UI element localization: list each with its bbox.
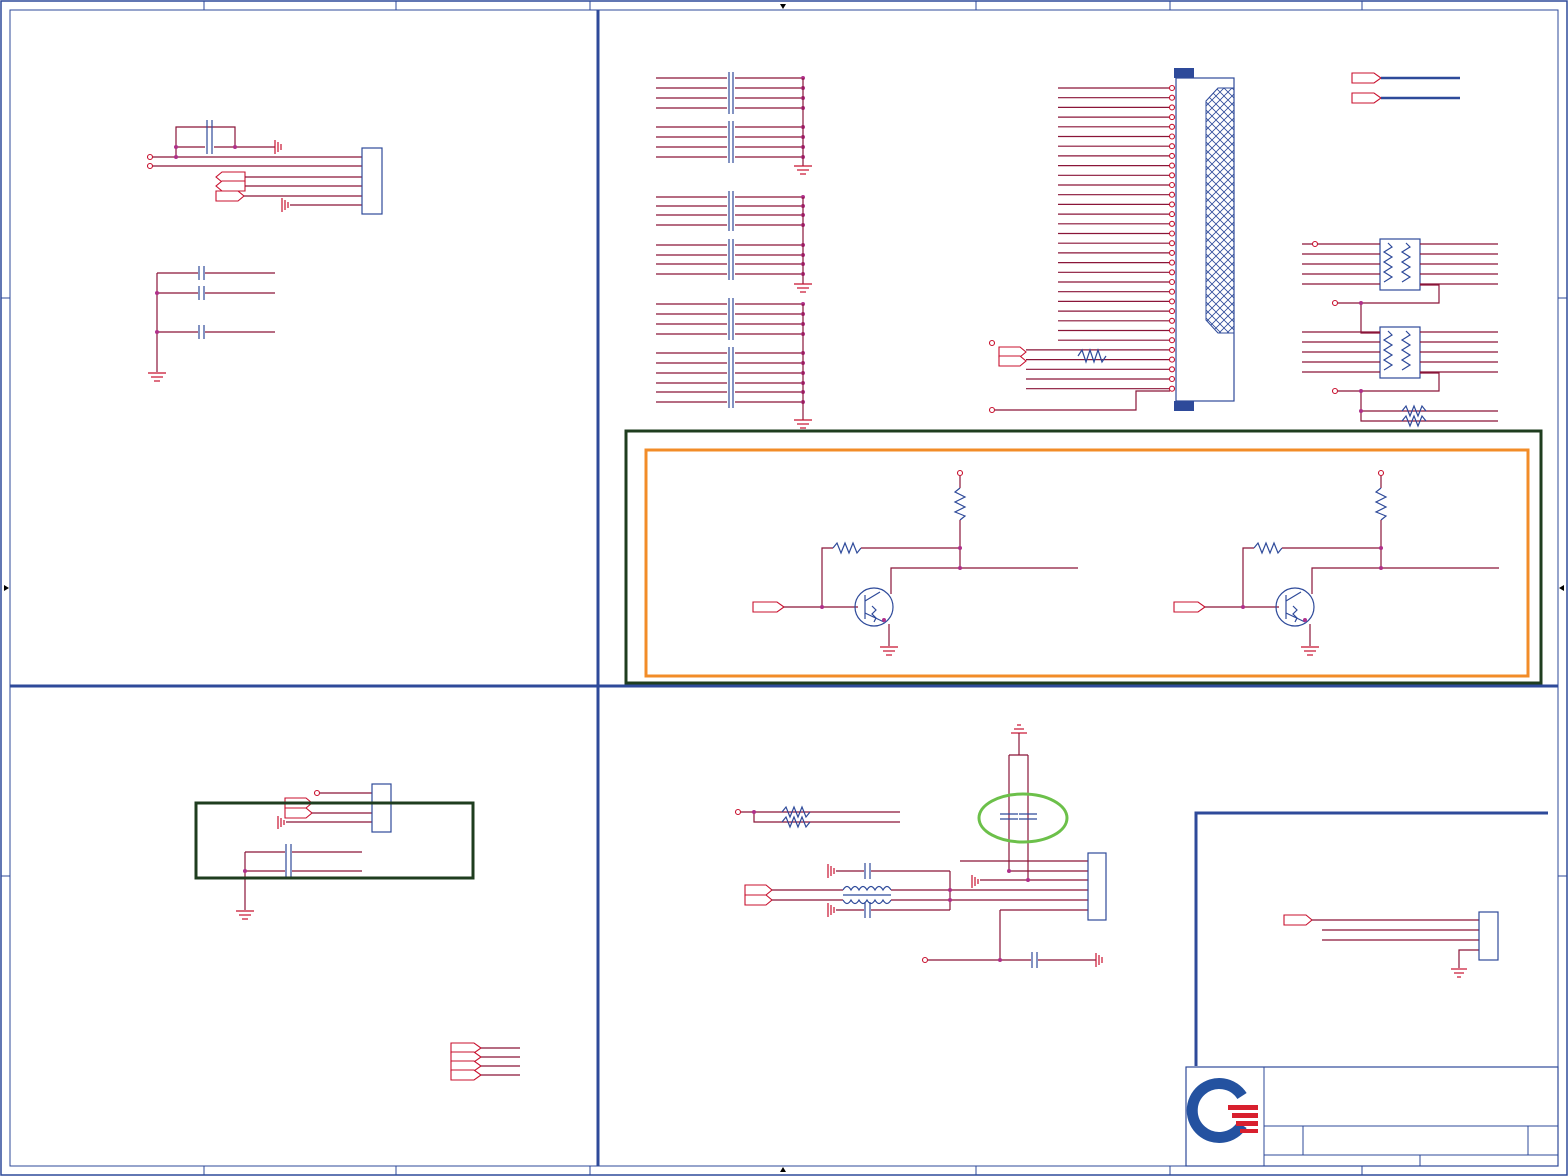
capacitor-array (656, 72, 812, 429)
junction-dot (1303, 618, 1307, 622)
junction-dot (958, 546, 962, 550)
connector-pin (1168, 220, 1176, 227)
connector-pin (1168, 172, 1176, 179)
bottom-right-small-connector (1283, 911, 1499, 978)
junction-dot (1241, 605, 1245, 609)
bottom-left-off-page-ports (450, 1042, 520, 1081)
resistor-zigzag (1400, 242, 1412, 283)
junction-dot (882, 618, 886, 622)
junction-dot (1379, 566, 1383, 570)
connector-pin (1168, 133, 1176, 140)
connector-pin (1168, 356, 1176, 363)
highlight-box-orange (644, 448, 1530, 678)
transistor-collector (864, 591, 881, 602)
resistor-networks (1302, 72, 1498, 428)
npn-transistor-body (854, 587, 894, 627)
connector-pin (1168, 385, 1176, 392)
company-logo-icon (1186, 1078, 1258, 1143)
collector-wire (890, 567, 960, 594)
connector-pin (1168, 162, 1176, 169)
highlight-box-bottom-left (194, 801, 475, 880)
connector-pin (1168, 191, 1176, 198)
bottom-right-filter-circuit (734, 724, 1107, 968)
input-port (1173, 601, 1206, 613)
junction-dot (958, 566, 962, 570)
connector-pin (1168, 346, 1176, 353)
transistor-driver-left (752, 469, 1078, 656)
connector-pin (1168, 288, 1176, 295)
connector-pin (1168, 123, 1176, 130)
wire (821, 547, 833, 607)
transistor-collector (1285, 591, 1302, 602)
resistor-zigzag (1400, 330, 1412, 371)
input-port (752, 601, 785, 613)
connector-pin (1168, 375, 1176, 383)
connector-pin (1168, 201, 1176, 208)
junction-dot (820, 605, 824, 609)
transistor-bias (1292, 605, 1298, 623)
connector-pin (1168, 327, 1176, 334)
connector-pin (1168, 366, 1176, 373)
feedback-resistor (832, 541, 862, 555)
connector-pin (1168, 278, 1176, 286)
supply-pin (1377, 469, 1385, 477)
collector-wire (1311, 567, 1381, 594)
connector-pin (1168, 249, 1176, 256)
resistor-network-body (1379, 238, 1421, 291)
connector-pin (1168, 259, 1176, 266)
main-connector (988, 68, 1235, 414)
connector-pin (1168, 114, 1176, 121)
connector-pin (1168, 240, 1176, 247)
connector-pin (1168, 84, 1176, 92)
pullup-resistor (1374, 487, 1388, 521)
npn-transistor-body (1275, 587, 1315, 627)
connector-pin (1168, 230, 1176, 237)
supply-pin (956, 469, 964, 477)
resistor-zigzag (1382, 330, 1394, 371)
top-left-connector-circuit (146, 120, 383, 215)
connector-pin (1168, 94, 1176, 101)
connector-pin (1168, 337, 1176, 344)
top-left-decoupling-caps (148, 266, 275, 382)
connector-pin (1168, 211, 1176, 218)
connector-pin (1168, 181, 1176, 189)
highlight-ellipse-capacitor (977, 792, 1069, 844)
junction-dot (1379, 546, 1383, 550)
wire (1242, 547, 1254, 607)
connector-pin (1168, 104, 1176, 111)
title-block (1185, 1066, 1559, 1167)
connector-pin (1168, 308, 1176, 315)
connector-pin (1168, 298, 1176, 305)
connector-pin (1168, 317, 1176, 324)
pullup-resistor (953, 487, 967, 521)
resistor-network-body (1379, 326, 1421, 379)
connector-pin (1168, 152, 1176, 159)
schematic-sheet (0, 0, 1568, 1176)
transistor-driver-right (1173, 469, 1499, 656)
feedback-resistor (1253, 541, 1283, 555)
transistor-bias (871, 605, 877, 623)
connector-pin (1168, 269, 1176, 276)
highlight-box-drivers (624, 429, 1543, 685)
resistor-zigzag (1382, 242, 1394, 283)
connector-pin (1168, 143, 1176, 150)
